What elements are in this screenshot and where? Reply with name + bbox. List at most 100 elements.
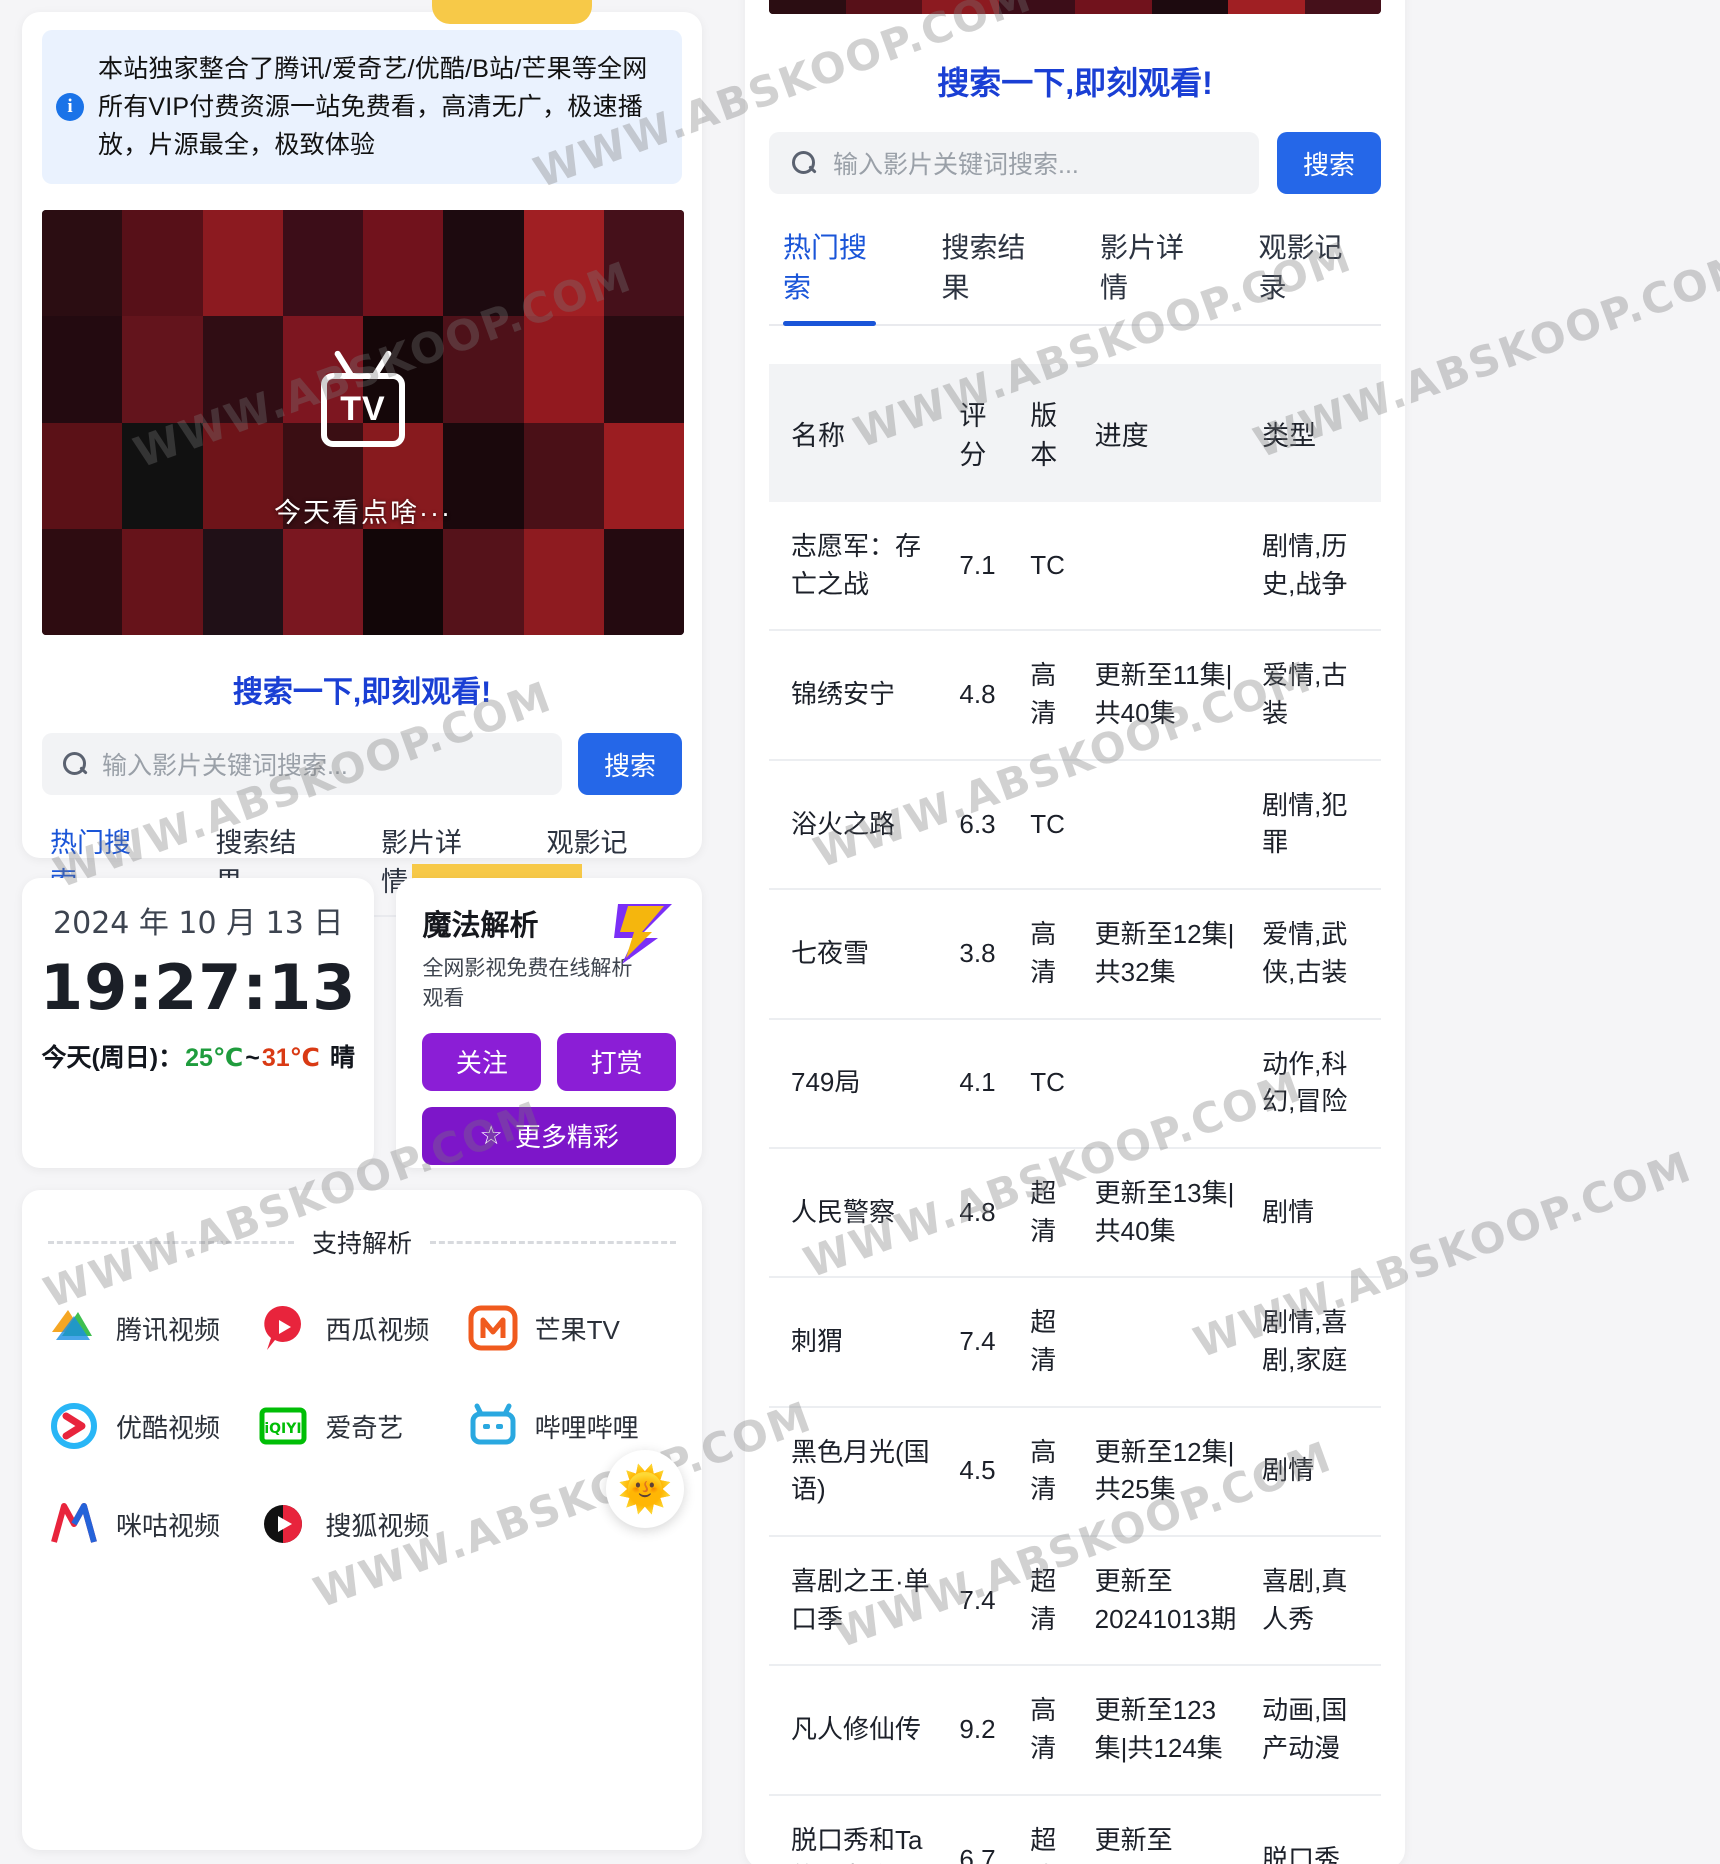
weather-line: 今天(周日)： 25℃ ~ 31℃ 晴 — [40, 1038, 356, 1074]
cell-score: 4.8 — [949, 1147, 1021, 1279]
tab-search-results[interactable]: 搜索结果 — [906, 226, 1065, 324]
platform-name: 腾讯视频 — [116, 1314, 221, 1345]
cell-progress — [1084, 1277, 1253, 1408]
column-header-score[interactable]: 评分 — [949, 364, 1021, 502]
cell-version: 高清 — [1020, 1665, 1085, 1796]
search-heading: 搜索一下,即刻观看! — [232, 676, 492, 709]
cell-type: 剧情 — [1252, 1147, 1381, 1279]
search-button[interactable]: 搜索 — [1277, 132, 1381, 194]
poster-tile — [443, 422, 524, 529]
poster-tile — [603, 210, 684, 317]
table-row[interactable]: 锦绣安宁 4.8 高清 更新至11集|共40集 爱情,古装 — [769, 630, 1381, 761]
cell-name: 刺猬 — [769, 1277, 950, 1408]
poster-tile — [42, 316, 123, 423]
cell-score: 3.8 — [949, 889, 1021, 1020]
divider-line-left — [48, 1240, 294, 1244]
cell-name: 浴火之路 — [769, 759, 950, 891]
tab-hot-search[interactable]: 热门搜索 — [769, 226, 906, 326]
table-row[interactable]: 志愿军：存亡之战 7.1 TC 剧情,历史,战争 — [769, 502, 1381, 632]
platform-name: 哔哩哔哩 — [534, 1412, 639, 1443]
platform-item[interactable]: 西瓜视频 — [257, 1302, 466, 1354]
cell-progress: 更新至123集|共124集 — [1084, 1665, 1253, 1796]
cell-score: 7.1 — [949, 502, 1021, 632]
search-input[interactable]: 输入影片关键词搜索... — [769, 132, 1259, 194]
cell-version: 超清 — [1020, 1147, 1085, 1279]
table-row[interactable]: 凡人修仙传 9.2 高清 更新至123集|共124集 动画,国产动漫 — [769, 1665, 1381, 1796]
cell-version: TC — [1020, 759, 1085, 891]
left-panel: i 本站独家整合了腾讯/爱奇艺/优酷/B站/芒果等全网所有VIP付费资源一站免费… — [0, 0, 727, 1864]
poster-tile — [523, 316, 604, 423]
poster-tile — [1228, 0, 1305, 14]
poster-tile — [42, 528, 123, 635]
table-row[interactable]: 七夜雪 3.8 高清 更新至12集|共32集 爱情,武侠,古装 — [769, 889, 1381, 1020]
column-header-name[interactable]: 名称 — [769, 364, 950, 502]
column-header-type[interactable]: 类型 — [1252, 364, 1381, 502]
current-date: 2024 年 10 月 13 日 — [53, 906, 344, 941]
cell-type: 剧情 — [1252, 1406, 1381, 1538]
table-row[interactable]: 喜剧之王·单口季 7.4 超清 更新至20241013期 喜剧,真人秀 — [769, 1536, 1381, 1667]
column-header-progress[interactable]: 进度 — [1084, 364, 1253, 502]
cell-progress: 更新至12集|共25集 — [1084, 1406, 1253, 1538]
weather-condition: 晴 — [329, 1043, 355, 1072]
poster-tile — [769, 0, 846, 14]
cell-score: 7.4 — [949, 1277, 1021, 1408]
cell-name: 七夜雪 — [769, 889, 950, 1020]
cell-type: 剧情,历史,战争 — [1252, 502, 1381, 632]
platform-item[interactable]: iQIYI 爱奇艺 — [257, 1400, 466, 1452]
follow-button[interactable]: 关注 — [422, 1032, 542, 1091]
temp-low: 25℃ — [185, 1043, 244, 1072]
table-row[interactable]: 人民警察 4.8 超清 更新至13集|共40集 剧情 — [769, 1147, 1381, 1279]
cell-score: 6.7 — [949, 1794, 1021, 1864]
table-row[interactable]: 黑色月光(国语) 4.5 高清 更新至12集|共25集 剧情 — [769, 1406, 1381, 1538]
hero-banner[interactable]: TV 今天看点啥··· — [42, 210, 684, 635]
platform-item[interactable]: 哔哩哔哩 — [467, 1400, 676, 1452]
poster-tile — [122, 528, 203, 635]
hero-caption: 今天看点啥··· — [274, 497, 452, 528]
divider-label: 支持解析 — [312, 1230, 413, 1258]
platform-item[interactable]: 芒果TV — [467, 1302, 676, 1354]
tip-button[interactable]: 打赏 — [557, 1032, 676, 1091]
cell-name: 脱口秀和Ta的朋友们 — [769, 1794, 950, 1864]
youku-video-icon — [48, 1400, 100, 1452]
cell-name: 喜剧之王·单口季 — [769, 1536, 950, 1667]
cell-score: 4.8 — [949, 630, 1021, 761]
theme-toggle-button-left[interactable]: 🌞 — [606, 1450, 684, 1528]
lightning-bolt-icon — [614, 904, 672, 964]
bilibili-icon — [467, 1400, 519, 1452]
cell-name: 黑色月光(国语) — [769, 1406, 950, 1538]
table-row[interactable]: 浴火之路 6.3 TC 剧情,犯罪 — [769, 759, 1381, 891]
tab-movie-detail[interactable]: 影片详情 — [1064, 226, 1223, 324]
cell-type: 脱口秀 — [1252, 1794, 1381, 1864]
search-input[interactable]: 输入影片关键词搜索... — [42, 733, 562, 795]
divider-line-right — [430, 1240, 677, 1244]
cell-name: 锦绣安宁 — [769, 630, 950, 761]
cell-type: 动作,科幻,冒险 — [1252, 1018, 1381, 1149]
svg-text:iQIYI: iQIYI — [265, 1421, 302, 1437]
table-row[interactable]: 脱口秀和Ta的朋友们6.7超清更新至20241011期脱口秀 — [769, 1794, 1381, 1864]
xigua-video-icon — [257, 1302, 309, 1354]
platform-item[interactable]: 搜狐视频 — [257, 1498, 466, 1550]
cell-version: TC — [1020, 502, 1085, 632]
search-icon — [62, 751, 88, 777]
search-row: 输入影片关键词搜索... 搜索 — [42, 733, 682, 795]
table-row[interactable]: 749局 4.1 TC 动作,科幻,冒险 — [769, 1018, 1381, 1149]
cell-type: 剧情,犯罪 — [1252, 759, 1381, 891]
cell-progress — [1084, 759, 1253, 891]
platform-item[interactable]: 咪咕视频 — [48, 1498, 257, 1550]
search-row: 输入影片关键词搜索... 搜索 — [769, 132, 1381, 194]
table-header-row: 名称 评分 版本 进度 类型 — [769, 364, 1381, 502]
poster-tile — [1304, 0, 1381, 14]
table-row[interactable]: 刺猬 7.4 超清 剧情,喜剧,家庭 — [769, 1277, 1381, 1408]
tab-watch-history[interactable]: 观影记录 — [1223, 226, 1382, 324]
cell-version: 高清 — [1020, 889, 1085, 1020]
movies-table: 名称 评分 版本 进度 类型 志愿军：存亡之战 7.1 TC 剧情,历史,战争 锦绣安宁… — [769, 364, 1381, 1864]
more-button[interactable]: ☆ 更多精彩 — [422, 1106, 676, 1165]
platform-item[interactable]: 优酷视频 — [48, 1400, 257, 1452]
temp-separator: ~ — [245, 1043, 260, 1072]
cell-score: 4.1 — [949, 1018, 1021, 1149]
platform-item[interactable]: 腾讯视频 — [48, 1302, 257, 1354]
search-button[interactable]: 搜索 — [578, 733, 682, 795]
column-header-version[interactable]: 版本 — [1020, 364, 1085, 502]
cell-progress — [1084, 1018, 1253, 1149]
cell-name: 749局 — [769, 1018, 950, 1149]
